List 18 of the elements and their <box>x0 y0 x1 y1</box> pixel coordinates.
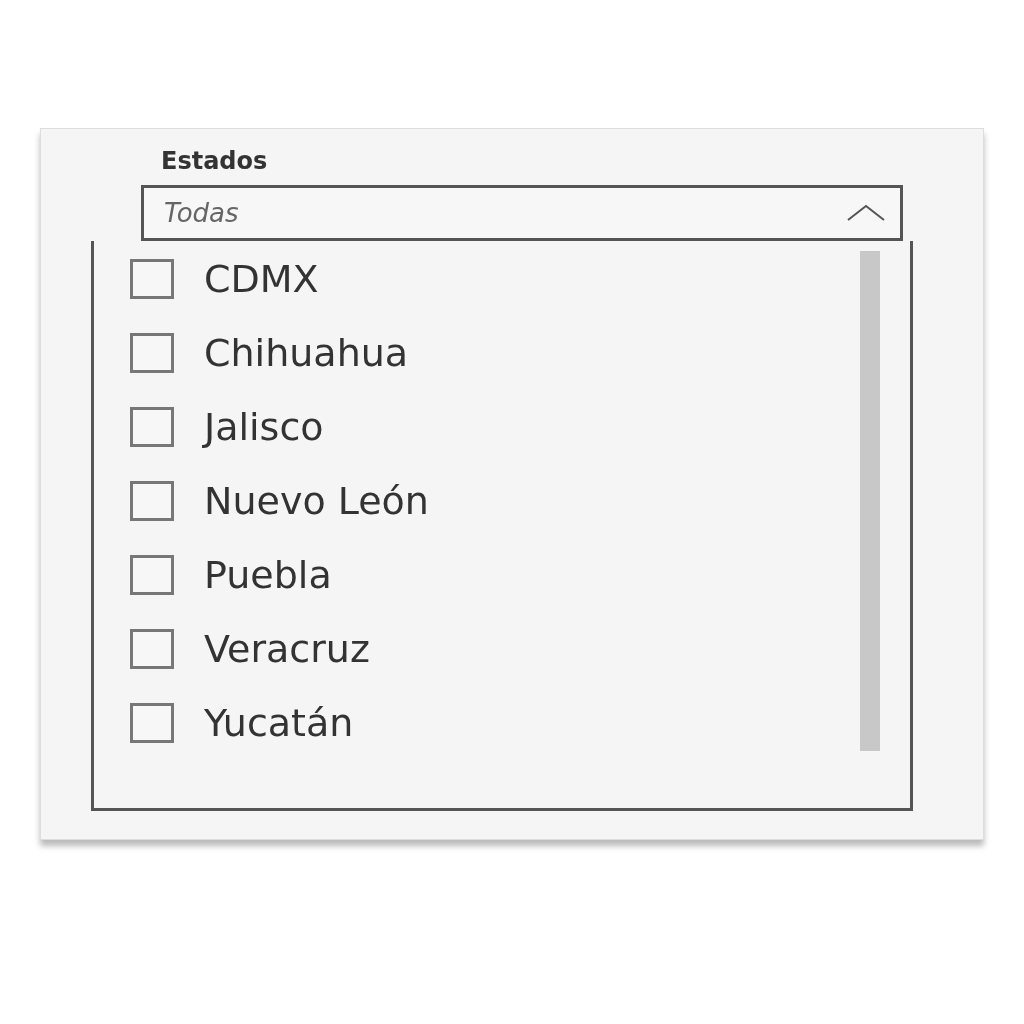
list-item[interactable]: Veracruz <box>130 627 429 671</box>
list-item[interactable]: CDMX <box>130 257 429 301</box>
list-item[interactable]: Chihuahua <box>130 331 429 375</box>
checkbox[interactable] <box>130 481 174 521</box>
checkbox[interactable] <box>130 333 174 373</box>
list-item[interactable]: Jalisco <box>130 405 429 449</box>
checkbox[interactable] <box>130 629 174 669</box>
dropdown-field[interactable]: Todas <box>141 185 903 241</box>
list-item[interactable]: Puebla <box>130 553 429 597</box>
checkbox[interactable] <box>130 703 174 743</box>
list-item[interactable]: Yucatán <box>130 701 429 745</box>
caret-up-icon <box>846 203 886 223</box>
checkbox[interactable] <box>130 407 174 447</box>
scrollbar[interactable] <box>860 251 880 751</box>
slicer-title: Estados <box>161 147 269 175</box>
checkbox[interactable] <box>130 555 174 595</box>
checkbox[interactable] <box>130 259 174 299</box>
list-item[interactable]: Nuevo León <box>130 479 429 523</box>
